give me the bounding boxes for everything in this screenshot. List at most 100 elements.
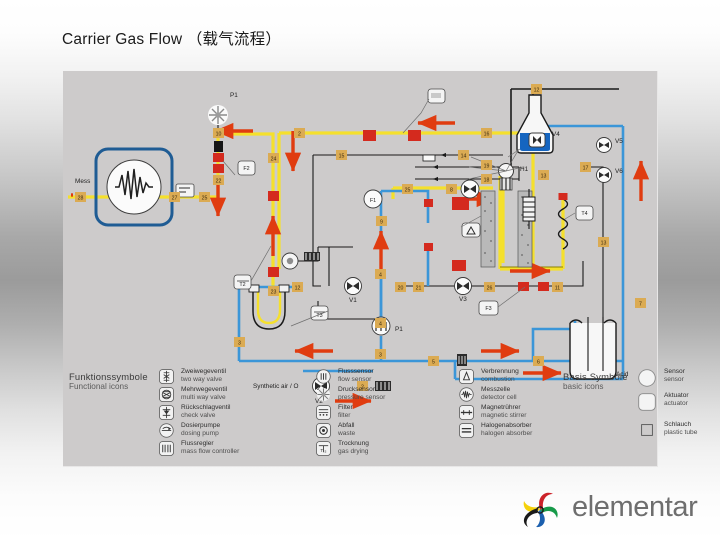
- legend-label-de: Magnetrührer: [481, 404, 521, 411]
- legend-label-en: combustion: [481, 375, 515, 383]
- svg-text:P1: P1: [230, 92, 238, 99]
- filter-icon: [316, 405, 331, 420]
- svg-text:V5: V5: [615, 138, 623, 145]
- svg-text:V6: V6: [615, 168, 623, 175]
- svg-text:F2: F2: [243, 166, 249, 172]
- elementar-swirl-icon: [523, 492, 558, 528]
- slide: Carrier Gas Flow （载气流程） .yl{stroke:#f5e0…: [0, 0, 720, 540]
- legend-heading-functional: Funktionssymbole Functional icons: [69, 371, 148, 391]
- svg-text:11: 11: [555, 285, 560, 291]
- svg-text:4: 4: [379, 321, 382, 327]
- svg-text:14: 14: [461, 153, 467, 159]
- svg-text:9: 9: [380, 219, 383, 225]
- svg-text:3: 3: [238, 340, 241, 346]
- diagram-panel: .yl{stroke:#f5e02c;stroke-width:3.2;fill…: [63, 71, 697, 467]
- legend-label-de: Mehrwegeventil: [181, 386, 228, 393]
- legend-label-en: mass flow controller: [181, 447, 240, 455]
- svg-text:10: 10: [216, 131, 222, 137]
- combustion-icon: [459, 369, 474, 384]
- pressure-sensor-icon: [316, 387, 331, 402]
- pressure-sensor-p1: [208, 105, 228, 129]
- legend-label-en: check valve: [181, 411, 216, 419]
- legend: Funktionssymbole Functional icons Zweiwe…: [63, 365, 658, 467]
- magnetic-stirrer-icon: [459, 405, 474, 420]
- svg-text:3: 3: [379, 352, 382, 358]
- legend-label-en: multi way valve: [181, 393, 226, 401]
- legend-label-de: Dosierpumpe: [181, 422, 221, 429]
- legend-heading-basic: Basis Symbole basic icons: [563, 371, 628, 391]
- svg-text:P1: P1: [395, 326, 403, 333]
- svg-text:25: 25: [405, 187, 411, 193]
- svg-text:24: 24: [271, 156, 277, 162]
- svg-text:s: s: [324, 449, 326, 453]
- legend-heading-functional-en: Functional icons: [69, 382, 129, 391]
- legend-heading-functional-de: Funktionssymbole: [69, 371, 148, 382]
- svg-text:7: 7: [639, 301, 642, 307]
- page-title: Carrier Gas Flow （载气流程）: [62, 31, 282, 48]
- svg-text:28: 28: [78, 195, 84, 201]
- legend-heading-basic-de: Basis Symbole: [563, 371, 628, 382]
- mass-flow-controller-mid: [304, 252, 320, 261]
- svg-text:21: 21: [416, 285, 422, 291]
- svg-text:H1: H1: [520, 166, 529, 173]
- plastic-tube-icon: [641, 423, 653, 436]
- legend-label-de: Zweiwegeventil: [181, 368, 227, 375]
- svg-text:19: 19: [484, 163, 490, 169]
- svg-text:T2: T2: [239, 282, 245, 288]
- legend-label-en: pressure sensor: [338, 393, 386, 401]
- svg-text:27: 27: [172, 195, 178, 201]
- svg-text:20: 20: [398, 285, 404, 291]
- dosing-pump-icon: [159, 423, 174, 438]
- legend-label-de: Verbrennung: [481, 368, 519, 375]
- svg-text:F3: F3: [485, 306, 491, 312]
- brand-logo: elementar: [512, 489, 698, 531]
- legend-label-en: sensor: [664, 375, 684, 383]
- multi-way-valve-icon: [159, 387, 174, 402]
- legend-label-en: filter: [338, 411, 351, 419]
- sensor-icon: [638, 369, 656, 387]
- actuator-icon: [638, 393, 656, 411]
- waste-icon: [316, 423, 331, 438]
- mass-flow-controller-icon: [159, 441, 174, 456]
- legend-label-en: two way valve: [181, 375, 223, 383]
- legend-label-de: Schlauch: [664, 421, 692, 428]
- legend-label-en: actuator: [664, 399, 688, 407]
- detector-cell-unit: [94, 147, 174, 227]
- halogen-absorber-icon: [459, 423, 474, 438]
- legend-label-en: plastic tube: [664, 428, 698, 436]
- brand-name: elementar: [572, 491, 698, 523]
- flow-sensor-icon: [316, 369, 331, 384]
- legend-label-de: Halogenabsorber: [481, 422, 532, 429]
- svg-text:17: 17: [583, 165, 589, 171]
- svg-text:Mess: Mess: [75, 178, 90, 185]
- legend-label-en: magnetic stirrer: [481, 411, 527, 419]
- svg-text:T4: T4: [581, 211, 587, 217]
- svg-text:V1: V1: [349, 297, 357, 304]
- legend-heading-basic-en: basic icons: [563, 382, 604, 391]
- detector-cell-icon: [459, 387, 474, 402]
- two-way-valve-icon: [159, 369, 174, 384]
- svg-text:15: 15: [339, 153, 345, 159]
- svg-text:25: 25: [202, 195, 208, 201]
- valve-v5: [596, 137, 612, 153]
- legend-label-de: Flussregler: [181, 440, 214, 447]
- legend-label-de: Drucksensor: [338, 386, 376, 393]
- legend-label-de: Sensor: [664, 368, 685, 375]
- svg-text:V4: V4: [552, 131, 560, 138]
- svg-text:F1: F1: [370, 198, 376, 204]
- svg-text:V3: V3: [459, 296, 467, 303]
- legend-label-en: dosing pump: [181, 429, 219, 437]
- legend-label-de: Messzelle: [481, 386, 511, 393]
- legend-label-en: halogen absorber: [481, 429, 533, 437]
- svg-text:4: 4: [379, 272, 382, 278]
- check-valve-icon: [159, 405, 174, 420]
- legend-label-de: Rückschlagventil: [181, 404, 231, 411]
- svg-text:16: 16: [484, 131, 490, 137]
- legend-label-en: detector cell: [481, 393, 517, 401]
- svg-text:8: 8: [450, 187, 453, 193]
- black-valve: [214, 141, 223, 152]
- valve-v3: [454, 277, 472, 295]
- svg-text:13: 13: [541, 173, 547, 179]
- svg-text:12: 12: [295, 285, 301, 291]
- svg-text:18: 18: [484, 177, 490, 183]
